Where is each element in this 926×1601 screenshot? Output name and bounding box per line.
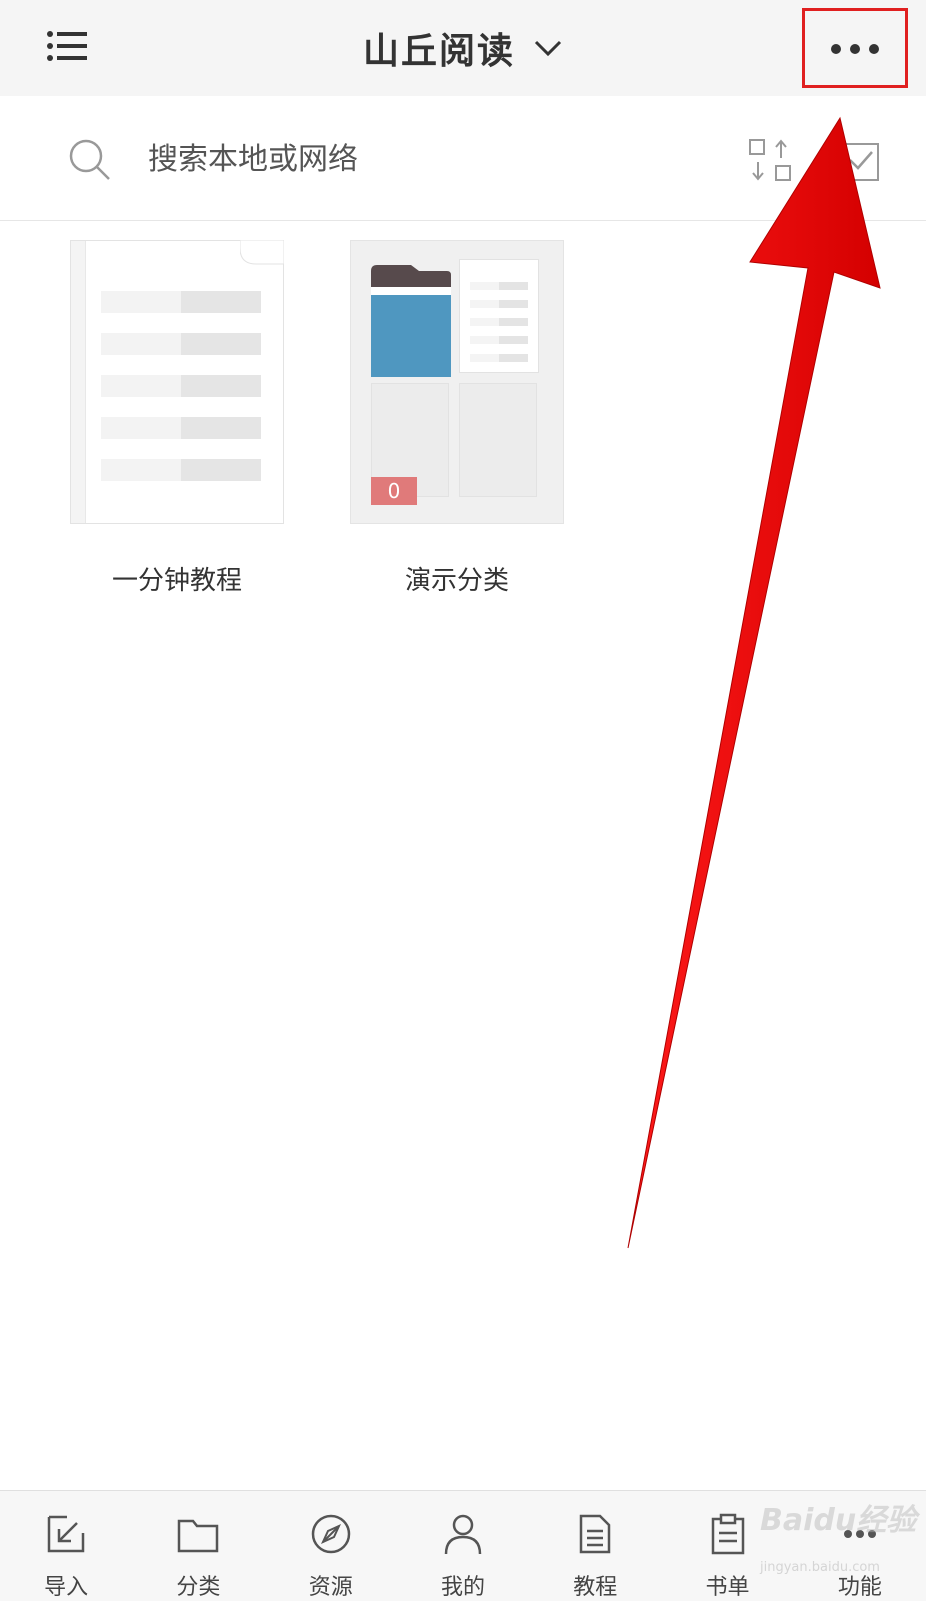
book-title[interactable]: 一分钟教程	[70, 560, 284, 597]
search-input[interactable]	[146, 136, 670, 182]
book-line	[101, 459, 261, 481]
category-cover[interactable]: 0	[350, 240, 564, 524]
clipboard-icon	[711, 1513, 744, 1555]
user-icon	[444, 1514, 482, 1555]
document-icon	[580, 1514, 611, 1554]
page-title: 山丘阅读	[362, 31, 515, 72]
category-title[interactable]: 演示分类	[350, 560, 564, 597]
count-badge: 0	[371, 477, 417, 505]
checkbox-select-icon[interactable]	[838, 138, 882, 182]
watermark-logo: Baidu经验	[760, 1503, 917, 1538]
import-icon	[47, 1515, 85, 1553]
compass-icon	[311, 1514, 350, 1554]
top-bar: 山丘阅读	[0, 0, 926, 96]
nav-resources[interactable]: 资源	[265, 1491, 397, 1601]
nav-tutorial[interactable]: 教程	[529, 1491, 661, 1601]
highlight-box	[802, 8, 908, 88]
book-line	[101, 417, 261, 439]
empty-slot	[459, 383, 537, 497]
nav-label: 书单	[705, 1575, 750, 1600]
book-line	[101, 333, 261, 355]
title-dropdown[interactable]: 山丘阅读	[0, 0, 926, 96]
folder-icon	[371, 265, 451, 377]
nav-label: 教程	[573, 1575, 618, 1600]
book-spine	[71, 241, 86, 523]
nav-import[interactable]: 导入	[0, 1491, 132, 1601]
nav-category[interactable]: 分类	[132, 1491, 264, 1601]
search-bar	[0, 96, 926, 221]
book-cover[interactable]	[70, 240, 284, 524]
nav-label: 我的	[440, 1575, 485, 1600]
watermark-url: jingyan.baidu.com	[760, 1560, 880, 1575]
nav-mine[interactable]: 我的	[397, 1491, 529, 1601]
nav-label: 分类	[176, 1575, 221, 1600]
chevron-down-icon	[534, 40, 562, 57]
search-icon	[69, 139, 110, 180]
page-corner-icon	[240, 240, 284, 265]
mini-doc	[459, 259, 539, 373]
book-line	[101, 375, 261, 397]
book-line	[101, 291, 261, 313]
folder-icon	[178, 1519, 219, 1553]
nav-label: 资源	[308, 1575, 353, 1600]
sort-swap-icon[interactable]	[748, 138, 792, 182]
nav-label: 导入	[44, 1575, 89, 1600]
